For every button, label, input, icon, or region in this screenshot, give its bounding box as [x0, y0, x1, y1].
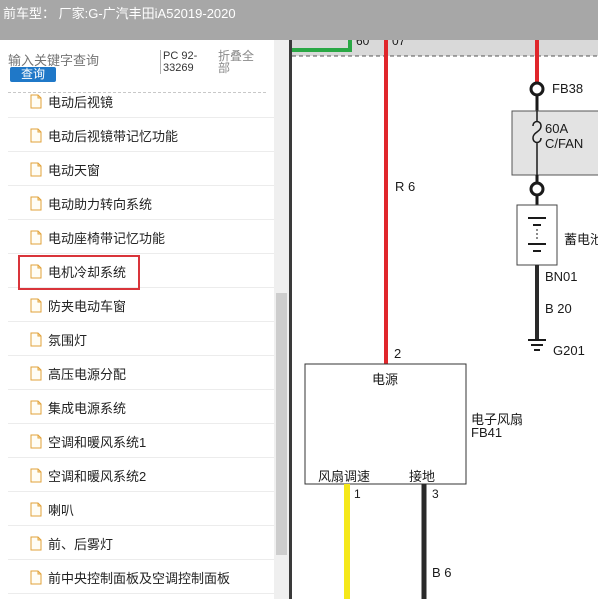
tree-item-label: 前中央控制面板及空调控制面板	[48, 571, 231, 586]
tree-item[interactable]: 防夹电动车窗	[8, 288, 274, 322]
document-icon	[30, 366, 42, 381]
power-pin-label: 电源	[372, 372, 399, 387]
tree-item[interactable]: 前、后雾灯	[8, 526, 274, 560]
tree-item-label: 电机冷却系统	[48, 265, 127, 280]
tree-item[interactable]: 电动后视镜	[8, 84, 274, 118]
top-pin-left: 60	[356, 40, 370, 48]
top-pin-right: 07	[392, 40, 406, 48]
fb38-terminal	[529, 81, 545, 97]
ground-pin-label: 接地	[409, 469, 436, 484]
document-icon	[30, 196, 42, 211]
connector-bn01: BN01	[545, 269, 578, 284]
tree-scrollbar-thumb[interactable]	[276, 293, 287, 555]
document-icon	[30, 434, 42, 449]
tree-item-selected[interactable]: 电机冷却系统	[8, 254, 274, 290]
wiring-diagram-tree: 电动后视镜 电动后视镜带记忆功能 电动天窗 电动助力转向系统 电动座椅带记忆功能…	[8, 84, 274, 594]
collapse-all-button[interactable]: 折叠全部	[218, 50, 258, 74]
tree-item-label: 集成电源系统	[48, 401, 127, 416]
vehicle-title: 前车型： 厂家:G-广汽丰田iA52019-2020	[3, 6, 236, 21]
tree-item-label: 电动后视镜	[48, 95, 114, 110]
document-icon	[30, 536, 42, 551]
tree-item[interactable]: 高压电源分配	[8, 356, 274, 390]
tree-item-label: 喇叭	[48, 503, 75, 518]
tree-item-label: 空调和暖风系统1	[48, 435, 147, 450]
tree-item-label: 防夹电动车窗	[48, 299, 127, 314]
fuse-box-label: FB38	[552, 81, 584, 96]
tree-item[interactable]: 喇叭	[8, 492, 274, 526]
battery-terminal	[529, 181, 545, 197]
document-icon	[30, 468, 42, 483]
wiring-diagram-canvas: 60 07 FB38 60A C/FAN 蓄电池 R 6 BN01 B 20 G…	[292, 40, 598, 599]
tree-item-label: 电动后视镜带记忆功能	[48, 129, 179, 144]
tree-item[interactable]: 前中央控制面板及空调控制面板	[8, 560, 274, 594]
tree-item-label: 电动助力转向系统	[48, 197, 153, 212]
tree-item-label: 电动天窗	[48, 163, 101, 178]
tree-item[interactable]: 电动后视镜带记忆功能	[8, 118, 274, 152]
wire-label-b20: B 20	[545, 301, 572, 316]
document-icon	[30, 94, 42, 109]
pc-code-label: PC 92-33269	[160, 50, 204, 74]
wire-label-r6: R 6	[395, 179, 416, 194]
search-input[interactable]	[8, 52, 156, 68]
document-icon	[30, 264, 42, 279]
fuse-name: C/FAN	[545, 136, 584, 151]
wire-label-b6: B 6	[432, 565, 452, 580]
tree-item[interactable]: 空调和暖风系统2	[8, 458, 274, 492]
query-button[interactable]: 查询	[10, 67, 56, 82]
tree-item-label: 空调和暖风系统2	[48, 469, 147, 484]
tree-item[interactable]: 空调和暖风系统1	[8, 424, 274, 458]
document-icon	[30, 230, 42, 245]
pin-1: 1	[354, 487, 361, 501]
fan-speed-pin-label: 风扇调速	[318, 469, 371, 484]
tree-item[interactable]: 氛围灯	[8, 322, 274, 356]
document-icon	[30, 298, 42, 313]
title-bar: 前车型： 厂家:G-广汽丰田iA52019-2020	[0, 0, 598, 40]
ground-label-g201: G201	[553, 343, 585, 358]
pin-3: 3	[432, 487, 439, 501]
tree-item-label: 前、后雾灯	[48, 537, 114, 552]
component-code: FB41	[471, 425, 503, 440]
document-icon	[30, 570, 42, 585]
tree-item[interactable]: 电动天窗	[8, 152, 274, 186]
tree-item[interactable]: 集成电源系统	[8, 390, 274, 424]
pin-2: 2	[394, 346, 402, 361]
document-icon	[30, 400, 42, 415]
left-panel: 查询 PC 92-33269 折叠全部 电动后视镜 电动后视镜带记忆功能 电动天…	[0, 40, 289, 599]
fuse-rating: 60A	[545, 121, 569, 136]
tree-item-label: 高压电源分配	[48, 367, 127, 382]
document-icon	[30, 162, 42, 177]
document-icon	[30, 332, 42, 347]
tree-item-label: 氛围灯	[48, 333, 88, 348]
tree-item[interactable]: 电动座椅带记忆功能	[8, 220, 274, 254]
battery-label: 蓄电池	[564, 232, 598, 247]
tree-item[interactable]: 电动助力转向系统	[8, 186, 274, 220]
document-icon	[30, 128, 42, 143]
document-icon	[30, 502, 42, 517]
tree-item-label: 电动座椅带记忆功能	[48, 231, 166, 246]
